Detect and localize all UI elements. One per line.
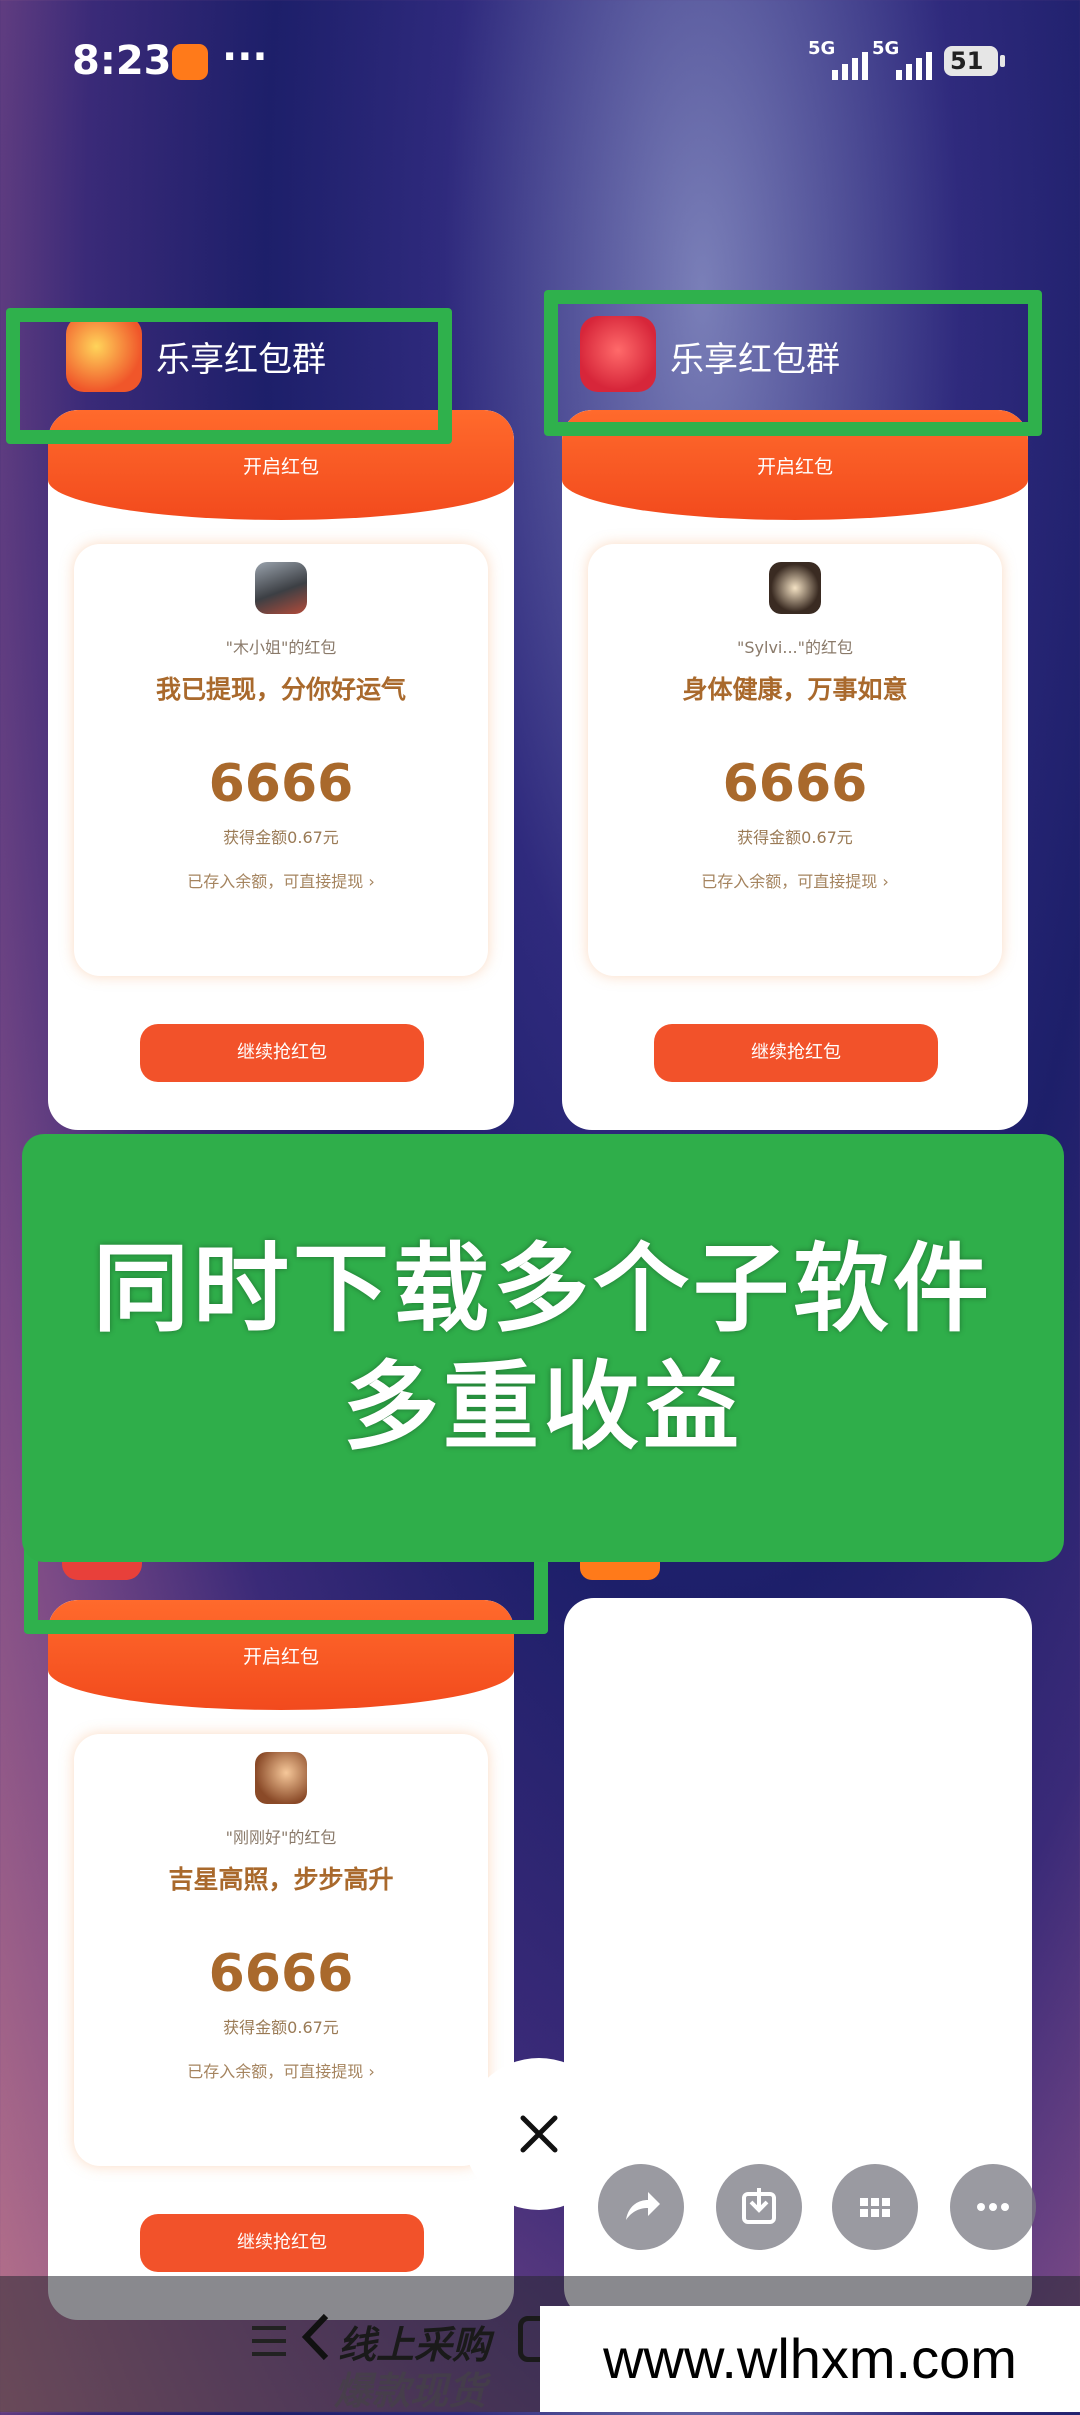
coin-amount: 6666	[208, 754, 354, 814]
highlight-frame	[6, 308, 452, 444]
share-button[interactable]	[598, 2164, 684, 2250]
wish-text: 我已提现，分你好运气	[155, 675, 406, 704]
coin-amount: 6666	[722, 754, 868, 814]
banner-line-2: 多重收益	[343, 1351, 743, 1463]
more-icon	[977, 2203, 1009, 2211]
menu-icon[interactable]	[250, 2324, 288, 2358]
continue-grab-button[interactable]: 继续抢红包	[654, 1024, 938, 1082]
wish-text: 吉星高照，步步高升	[168, 1865, 394, 1894]
close-icon	[520, 2115, 558, 2153]
recent-app-card[interactable]: 开启红包 "木小姐"的红包 我已提现，分你好运气 6666 获得金额0.67元 …	[48, 410, 514, 1130]
banner-title: 开启红包	[756, 456, 833, 478]
sender-label: "刚刚好"的红包	[225, 1828, 337, 1847]
banner-line-1: 同时下载多个子软件	[93, 1233, 993, 1345]
battery-level: 51	[950, 47, 984, 75]
ad-subtitle: 爆款现货	[334, 2369, 487, 2413]
sender-label: "Sylvi..."的红包	[737, 638, 853, 657]
share-icon	[626, 2192, 660, 2220]
banner-title: 开启红包	[242, 456, 319, 478]
withdraw-link[interactable]: 已存入余额，可直接提现 ›	[588, 868, 1002, 892]
battery-nub	[1000, 55, 1005, 67]
continue-grab-button[interactable]: 继续抢红包	[140, 1024, 424, 1082]
apps-grid-icon	[860, 2198, 890, 2217]
amount-sub: 获得金额0.67元	[223, 2018, 339, 2037]
signal-icon: 5G	[808, 38, 868, 80]
more-button[interactable]	[950, 2164, 1036, 2250]
banner-title: 开启红包	[242, 1646, 319, 1668]
wish-text: 身体健康，万事如意	[682, 675, 908, 704]
red-packet-panel: "Sylvi..."的红包 身体健康，万事如意 6666 获得金额0.67元 已…	[588, 544, 1002, 976]
more-notifications-icon: ···	[222, 34, 268, 80]
sender-label: "木小姐"的红包	[225, 638, 337, 657]
apps-grid-button[interactable]	[832, 2164, 918, 2250]
watermark: www.wlhxm.com	[540, 2306, 1080, 2412]
back-icon[interactable]	[300, 2312, 330, 2362]
coin-amount: 6666	[208, 1944, 354, 2004]
avatar	[769, 562, 821, 614]
promo-banner: 同时下载多个子软件 多重收益	[22, 1134, 1064, 1562]
red-packet-panel: "刚刚好"的红包 吉星高照，步步高升 6666 获得金额0.67元 已存入余额，…	[74, 1734, 488, 2166]
amount-sub: 获得金额0.67元	[223, 828, 339, 847]
status-bar: 8:23 ··· 5G 5G 51	[0, 0, 1080, 120]
withdraw-link[interactable]: 已存入余额，可直接提现 ›	[74, 2058, 488, 2082]
continue-grab-button[interactable]: 继续抢红包	[140, 2214, 424, 2272]
highlight-frame	[544, 290, 1042, 436]
avatar	[255, 1752, 307, 1804]
status-time: 8:23	[72, 38, 172, 84]
download-icon	[742, 2188, 776, 2224]
signal-icon: 5G	[872, 38, 932, 80]
withdraw-link[interactable]: 已存入余额，可直接提现 ›	[74, 868, 488, 892]
battery-icon: 51	[944, 46, 998, 76]
amount-sub: 获得金额0.67元	[737, 828, 853, 847]
recent-app-card[interactable]: 开启红包 "刚刚好"的红包 吉星高照，步步高升 6666 获得金额0.67元 已…	[48, 1600, 514, 2320]
close-all-button[interactable]	[463, 2058, 615, 2210]
avatar	[255, 562, 307, 614]
recent-app-card[interactable]: 开启红包 "Sylvi..."的红包 身体健康，万事如意 6666 获得金额0.…	[562, 410, 1028, 1130]
red-packet-panel: "木小姐"的红包 我已提现，分你好运气 6666 获得金额0.67元 已存入余额…	[74, 544, 488, 976]
download-button[interactable]	[716, 2164, 802, 2250]
notification-app-icon	[172, 44, 208, 80]
